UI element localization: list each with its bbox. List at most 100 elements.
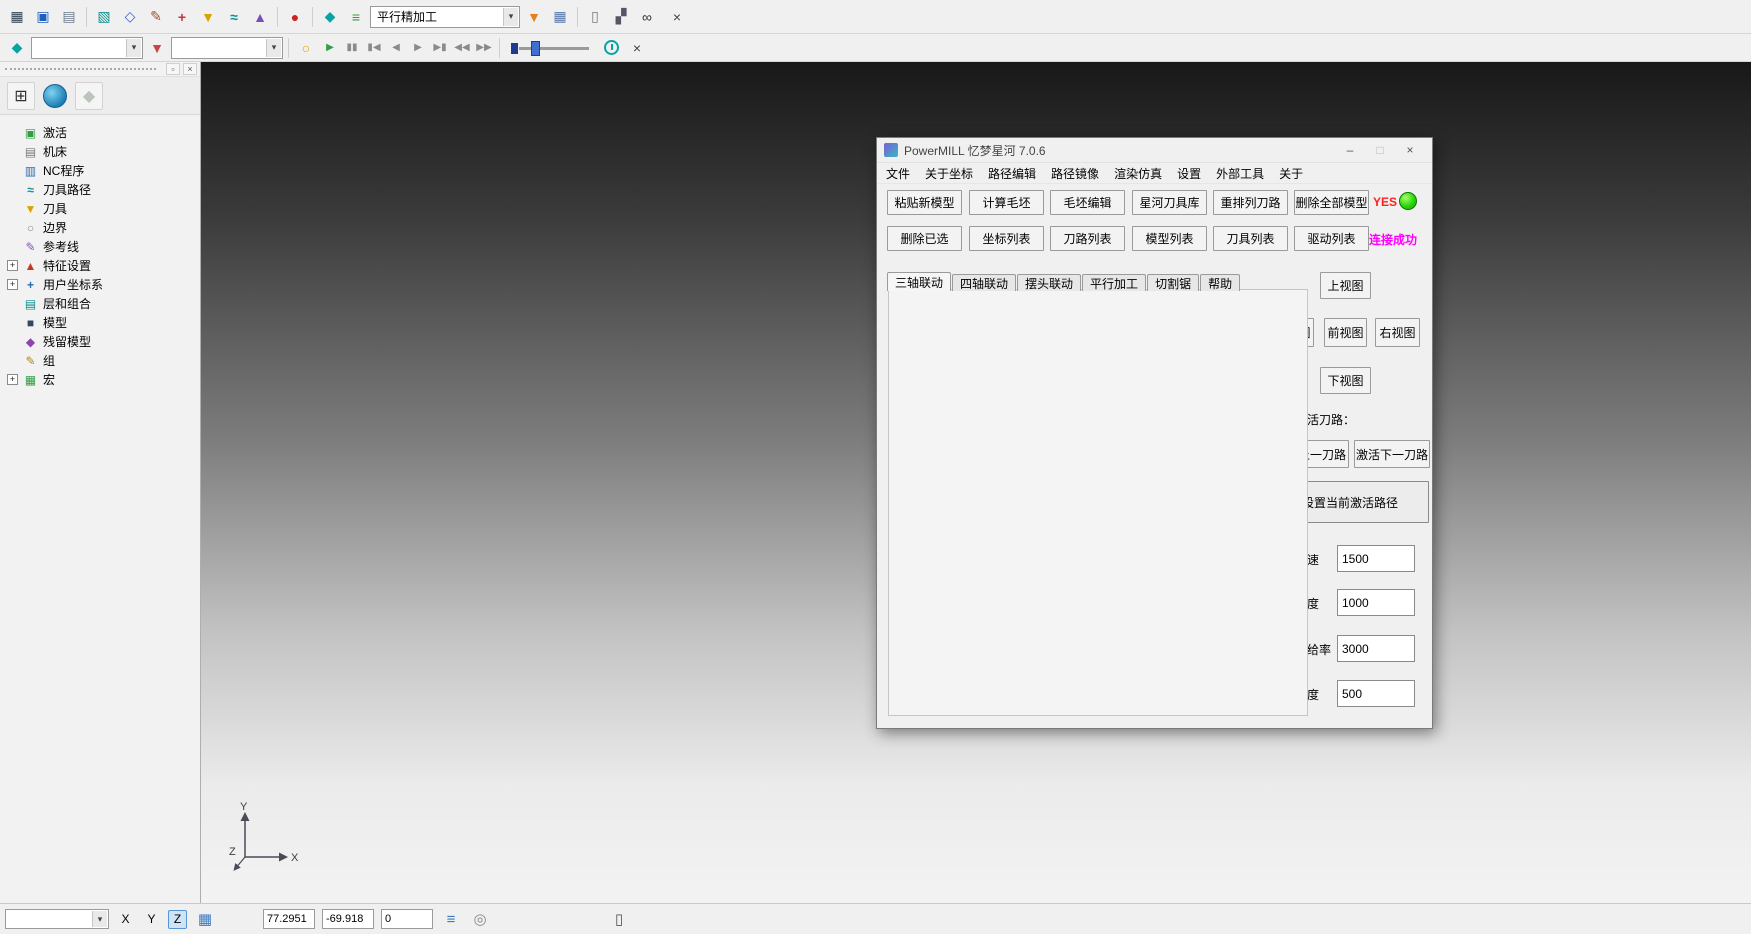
block-icon[interactable]: [92, 5, 116, 29]
menu-file[interactable]: 文件: [886, 165, 910, 182]
maximize-button[interactable]: □: [1365, 138, 1395, 162]
menu-coordinates[interactable]: 关于坐标: [925, 165, 973, 182]
toolpath-icon[interactable]: [222, 5, 246, 29]
coordinate-z-field[interactable]: 0: [381, 909, 433, 929]
hierarchy-icon[interactable]: [7, 82, 35, 110]
active-tool-icon[interactable]: [145, 36, 169, 60]
tab-saw[interactable]: 切割锯: [1147, 274, 1199, 291]
menu-path-edit[interactable]: 路径编辑: [988, 165, 1036, 182]
step-end-icon[interactable]: ▶▮: [430, 36, 450, 60]
session-icon[interactable]: [5, 5, 29, 29]
list-icon[interactable]: ≡: [440, 908, 462, 930]
workplane-dropdown[interactable]: ▾: [5, 909, 109, 929]
expander-icon[interactable]: [7, 317, 18, 328]
powermill-icon[interactable]: [5, 36, 29, 60]
menu-path-mirror[interactable]: 路径镜像: [1051, 165, 1099, 182]
sidebar-item-machine-tool[interactable]: 机床: [2, 142, 198, 161]
expander-icon[interactable]: [7, 355, 18, 366]
rewind-icon[interactable]: ◀◀: [452, 36, 472, 60]
simulation-speed-slider[interactable]: [509, 38, 593, 58]
chevron-down-icon[interactable]: ▾: [266, 39, 281, 57]
y-axis-button[interactable]: Y: [142, 910, 161, 929]
feature-icon[interactable]: [248, 5, 272, 29]
grid-icon[interactable]: ▦: [194, 908, 216, 930]
activate-next-button[interactable]: 激活下一刀路: [1354, 440, 1430, 468]
coordinate-y-field[interactable]: -69.918: [322, 909, 374, 929]
coordinate-x-field[interactable]: 77.2951: [263, 909, 315, 929]
globe-icon[interactable]: [43, 84, 67, 108]
expander-icon[interactable]: [7, 127, 18, 138]
sidebar-item-groups[interactable]: 组: [2, 351, 198, 370]
chevron-down-icon[interactable]: ▾: [92, 911, 107, 927]
toolpath-list-button[interactable]: 刀路列表: [1050, 226, 1125, 251]
tab-4axis[interactable]: 四轴联动: [952, 274, 1016, 291]
chevron-down-icon[interactable]: ▾: [503, 8, 518, 26]
tool-wizard-icon[interactable]: [522, 5, 546, 29]
pause-icon[interactable]: ▮▮: [342, 36, 362, 60]
sidebar-item-models[interactable]: 模型: [2, 313, 198, 332]
tool-list-button[interactable]: 刀具列表: [1213, 226, 1288, 251]
menu-external-tools[interactable]: 外部工具: [1216, 165, 1264, 182]
drive-list-button[interactable]: 驱动列表: [1294, 226, 1369, 251]
expander-icon[interactable]: [7, 222, 18, 233]
workplane-icon[interactable]: [170, 5, 194, 29]
view-bottom-button[interactable]: 下视图: [1320, 367, 1371, 394]
boundary-icon[interactable]: [118, 5, 142, 29]
display-icon[interactable]: ▯: [608, 908, 630, 930]
sidebar-item-boundaries[interactable]: 边界: [2, 218, 198, 237]
tab-3axis[interactable]: 三轴联动: [887, 272, 951, 291]
slider-handle[interactable]: [531, 41, 540, 56]
x-axis-button[interactable]: X: [116, 910, 135, 929]
close-button[interactable]: ×: [1395, 138, 1425, 162]
skim-feed-input[interactable]: [1337, 635, 1415, 662]
play-icon[interactable]: ▶: [320, 36, 340, 60]
sidebar-item-macros[interactable]: +宏: [2, 370, 198, 389]
print-icon[interactable]: [57, 5, 81, 29]
expander-icon[interactable]: [7, 336, 18, 347]
expander-icon[interactable]: [7, 203, 18, 214]
tab-help[interactable]: 帮助: [1200, 274, 1240, 291]
menu-settings[interactable]: 设置: [1177, 165, 1201, 182]
step-back-icon[interactable]: ◀: [386, 36, 406, 60]
tool-icon[interactable]: [196, 5, 220, 29]
calculator-icon[interactable]: [548, 5, 572, 29]
sidebar-item-feature-sets[interactable]: +特征设置: [2, 256, 198, 275]
expander-icon[interactable]: [7, 146, 18, 157]
paste-model-button[interactable]: 粘贴新模型: [887, 190, 962, 215]
expander-icon[interactable]: +: [7, 279, 18, 290]
delete-selected-button[interactable]: 删除已选: [887, 226, 962, 251]
spindle-speed-input[interactable]: [1337, 545, 1415, 572]
pattern-icon[interactable]: [144, 5, 168, 29]
panel-grip[interactable]: ▫ ×: [0, 62, 200, 77]
step-start-icon[interactable]: ▮◀: [364, 36, 384, 60]
clipboard-icon[interactable]: [583, 5, 607, 29]
search-icon[interactable]: [635, 5, 659, 29]
sidebar-item-nc-programs[interactable]: NC程序: [2, 161, 198, 180]
rearrange-toolpaths-button[interactable]: 重排列刀路: [1213, 190, 1288, 215]
view-front-button[interactable]: 前视图: [1324, 318, 1367, 347]
sidebar-item-levels-and-sets[interactable]: 层和组合: [2, 294, 198, 313]
favorites-icon[interactable]: [75, 82, 103, 110]
tab-tilt-head[interactable]: 摆头联动: [1017, 274, 1081, 291]
sidebar-item-patterns[interactable]: 参考线: [2, 237, 198, 256]
panel-close-icon[interactable]: ×: [183, 63, 197, 75]
model-list-button[interactable]: 模型列表: [1132, 226, 1207, 251]
sidebar-item-toolpaths[interactable]: 刀具路径: [2, 180, 198, 199]
expander-icon[interactable]: [7, 298, 18, 309]
tools-icon[interactable]: [609, 5, 633, 29]
stock-edit-button[interactable]: 毛坯编辑: [1050, 190, 1125, 215]
sidebar-item-activate[interactable]: 激活: [2, 123, 198, 142]
menu-render-simulation[interactable]: 渲染仿真: [1114, 165, 1162, 182]
expander-icon[interactable]: +: [7, 374, 18, 385]
expander-icon[interactable]: [7, 184, 18, 195]
cutting-feed-input[interactable]: [1337, 589, 1415, 616]
tab-parallel[interactable]: 平行加工: [1082, 274, 1146, 291]
sim-toolpath-dropdown[interactable]: ▾: [31, 37, 143, 59]
clock-icon[interactable]: [599, 36, 623, 60]
panel-pin-icon[interactable]: ▫: [166, 63, 180, 75]
sidebar-item-stock-models[interactable]: 残留模型: [2, 332, 198, 351]
z-axis-button[interactable]: Z: [168, 910, 187, 929]
cursor-position-icon[interactable]: ◎: [469, 908, 491, 930]
strategy-dropdown[interactable]: 平行精加工 ▾: [370, 6, 520, 28]
expander-icon[interactable]: +: [7, 260, 18, 271]
